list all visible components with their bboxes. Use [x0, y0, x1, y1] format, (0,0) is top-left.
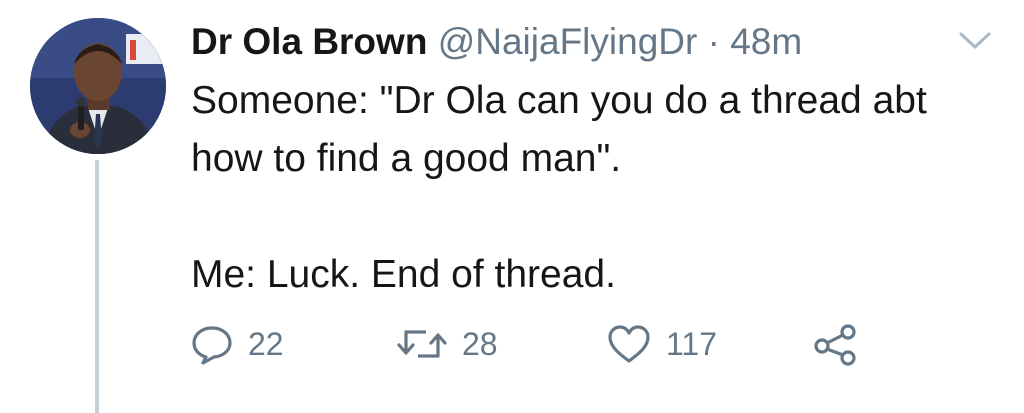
author-name[interactable]: Dr Ola Brown [191, 21, 427, 62]
tweet-card[interactable]: Dr Ola Brown @NaijaFlyingDr · 48m Someon… [0, 0, 1024, 413]
heart-icon [608, 325, 650, 363]
retweet-count: 28 [462, 325, 498, 362]
separator: · [707, 21, 720, 62]
tweet-text-line: Someone: "Dr Ola can you do a thread abt [191, 79, 927, 122]
share-nodes-icon [814, 324, 856, 366]
timestamp[interactable]: 48m [730, 21, 802, 62]
tweet-header: Dr Ola Brown @NaijaFlyingDr · 48m [191, 20, 802, 68]
share-button[interactable] [812, 316, 860, 372]
tweet-text-line: Me: Luck. End of thread. [191, 253, 616, 296]
retweet-button[interactable]: 28 [396, 316, 498, 372]
thread-line [95, 160, 99, 413]
reply-count: 22 [248, 325, 284, 362]
speech-bubble-icon [192, 326, 232, 365]
reply-button[interactable]: 22 [190, 316, 284, 372]
tweet-text: Someone: "Dr Ola can you do a thread abt… [191, 72, 1011, 304]
chevron-down-icon[interactable] [958, 30, 992, 52]
tweet-text-line: how to find a good man". [191, 137, 622, 180]
like-button[interactable]: 117 [606, 316, 717, 372]
avatar-photo [30, 18, 166, 154]
tweet-actions: 22 28 117 [0, 316, 1024, 372]
avatar[interactable] [30, 18, 166, 154]
like-count: 117 [666, 325, 718, 362]
author-handle[interactable]: @NaijaFlyingDr [438, 21, 698, 62]
retweet-arrows-icon [397, 330, 447, 358]
